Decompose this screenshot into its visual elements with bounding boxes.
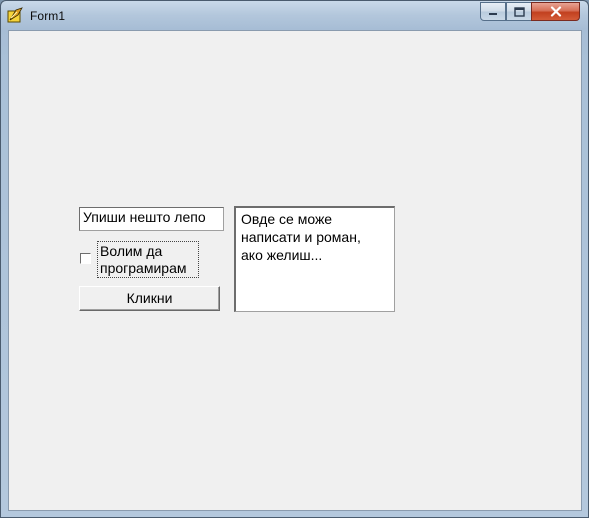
delphi-app-icon bbox=[7, 7, 23, 23]
memo-textarea[interactable]: Овде се може написати и роман, ако желиш… bbox=[234, 206, 395, 312]
text-edit-field[interactable]: Упиши нешто лепо bbox=[79, 207, 224, 231]
minimize-button[interactable] bbox=[480, 2, 506, 21]
minimize-icon bbox=[489, 12, 497, 15]
close-button[interactable] bbox=[531, 2, 580, 21]
close-icon bbox=[550, 6, 561, 17]
window-title: Form1 bbox=[30, 9, 66, 23]
click-button[interactable]: Кликни bbox=[79, 286, 220, 311]
maximize-button[interactable] bbox=[506, 2, 532, 21]
checkbox-label[interactable]: Волим да програмирам bbox=[97, 241, 199, 278]
programming-checkbox[interactable] bbox=[80, 253, 91, 264]
maximize-icon bbox=[513, 6, 525, 17]
title-bar[interactable]: Form1 bbox=[1, 1, 588, 29]
app-window: Form1 Упиши нешто лепо Волим да програми… bbox=[0, 0, 589, 518]
form-client-area: Упиши нешто лепо Волим да програмирам Кл… bbox=[8, 30, 582, 511]
